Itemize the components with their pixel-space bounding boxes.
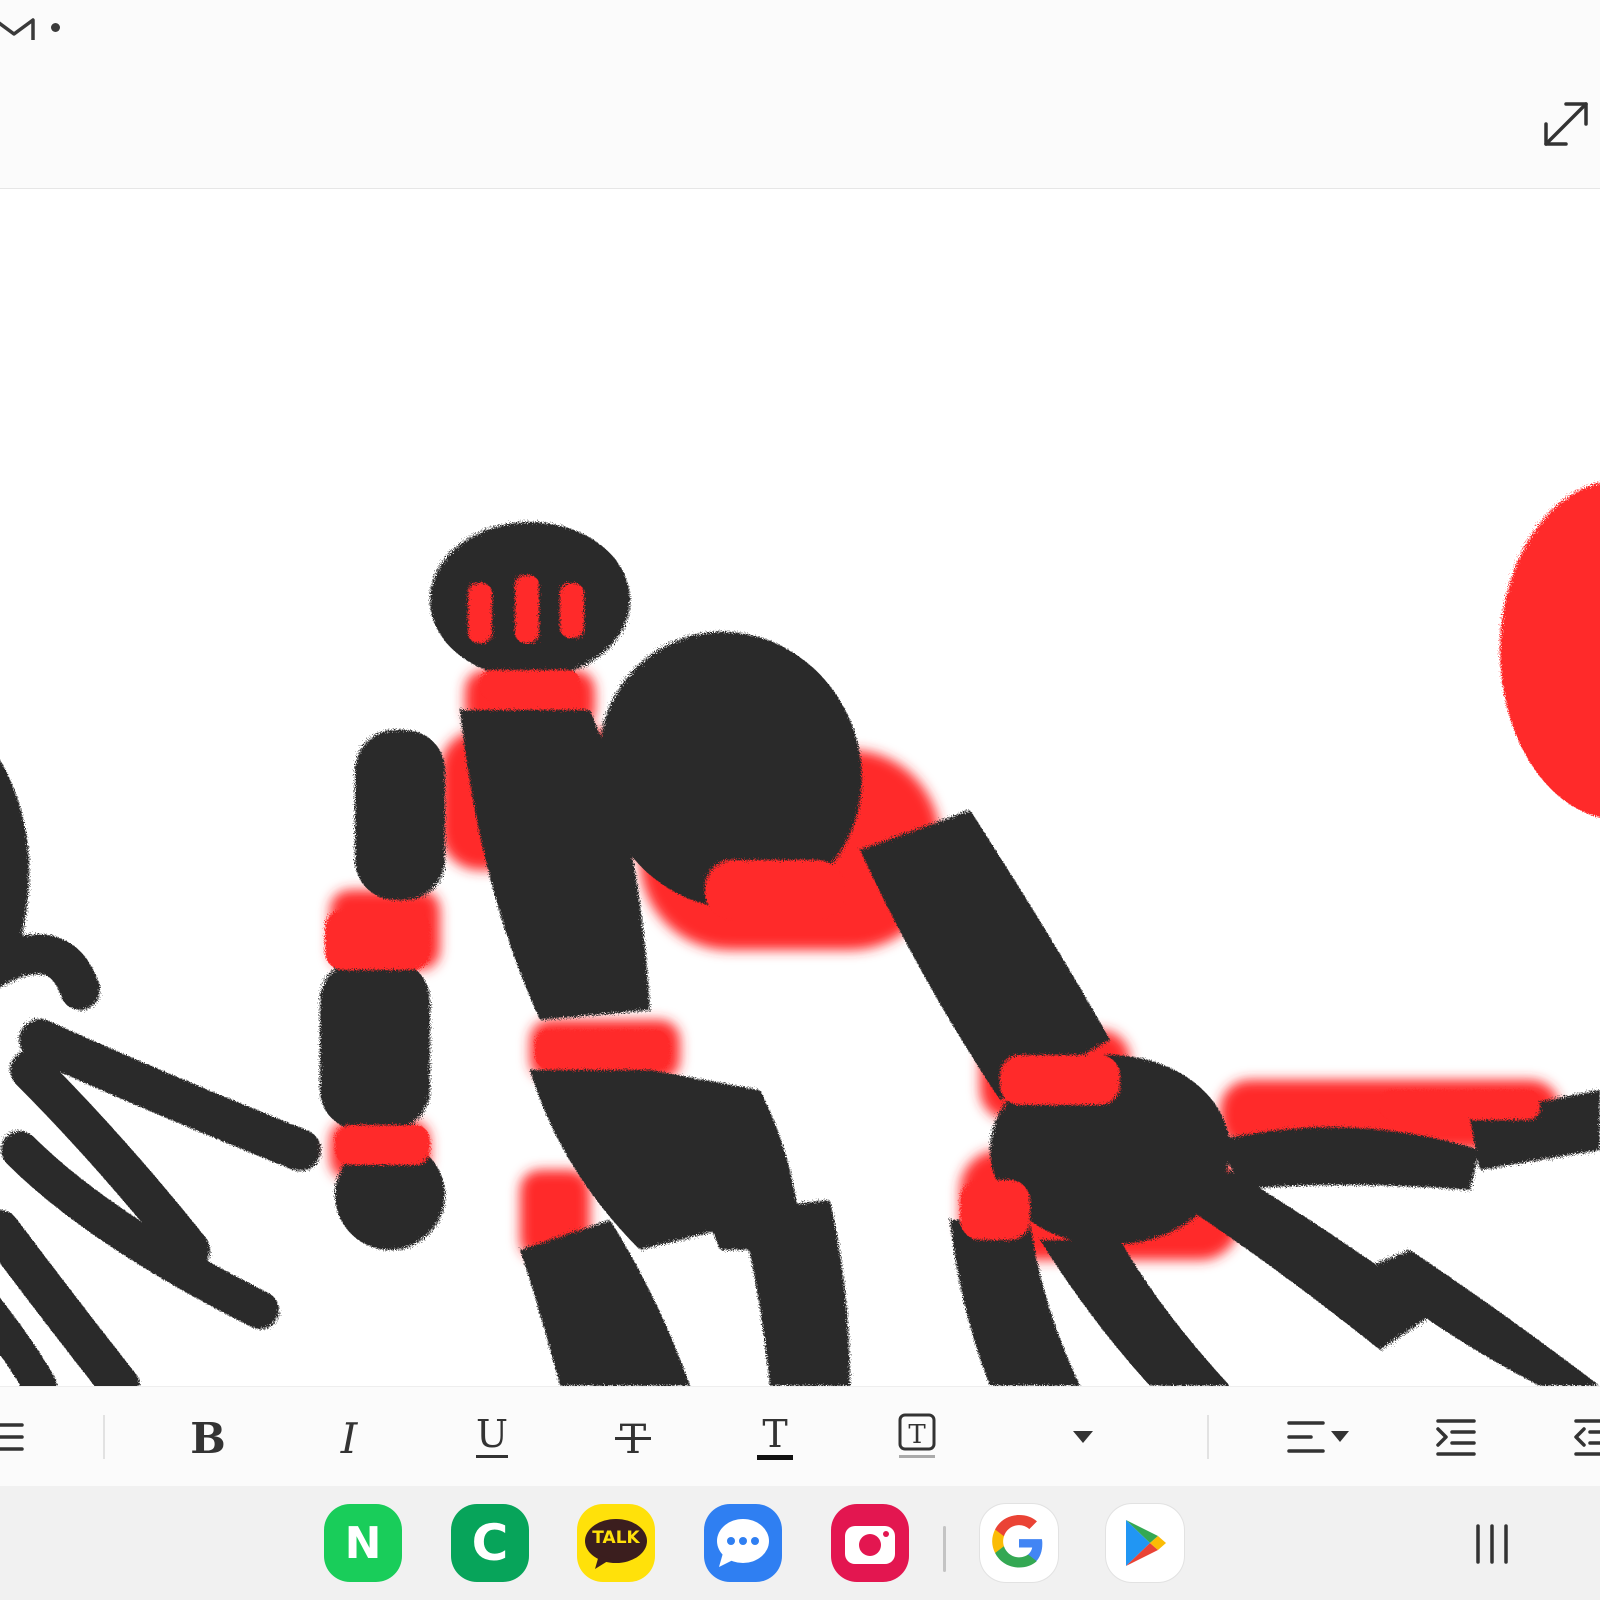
- bold-icon[interactable]: B: [176, 1405, 240, 1469]
- format-toolbar: B I U T T T: [0, 1386, 1600, 1486]
- left-black-figure: [0, 759, 321, 1386]
- google-app-icon[interactable]: [980, 1504, 1058, 1582]
- google-g-icon: [992, 1515, 1043, 1568]
- c-app-icon[interactable]: C: [451, 1504, 529, 1582]
- play-triangle-icon: [1126, 1520, 1166, 1566]
- recents-button-icon[interactable]: [1470, 1522, 1514, 1566]
- expand-icon[interactable]: [1540, 98, 1592, 150]
- screen: B I U T T T N C TALK: [0, 0, 1600, 1600]
- font-size-dropdown-icon[interactable]: [1051, 1405, 1115, 1469]
- drawing: [0, 482, 1600, 1386]
- indent-icon[interactable]: [1424, 1405, 1488, 1469]
- svg-text:B: B: [190, 1415, 226, 1459]
- notification-dot: [51, 23, 60, 32]
- list-icon[interactable]: [0, 1405, 40, 1469]
- navigation-bar: N C TALK: [0, 1486, 1600, 1600]
- gmail-notification-icon: [0, 18, 35, 40]
- outdent-icon[interactable]: [1562, 1405, 1600, 1469]
- red-sun-shape: [1500, 482, 1600, 818]
- robot-figure: [320, 522, 1600, 1386]
- align-icon[interactable]: [1282, 1405, 1354, 1469]
- text-color-icon[interactable]: T: [743, 1405, 807, 1469]
- drawing-canvas[interactable]: [0, 190, 1600, 1386]
- underline-icon[interactable]: U: [460, 1405, 524, 1469]
- dock-separator: [943, 1526, 946, 1572]
- c-app-label: C: [471, 1514, 509, 1572]
- status-bar: [0, 0, 1600, 60]
- svg-text:T: T: [762, 1412, 787, 1456]
- messages-app-icon[interactable]: [704, 1504, 782, 1582]
- italic-icon[interactable]: I: [317, 1405, 381, 1469]
- top-bar: [0, 60, 1600, 189]
- svg-text:I: I: [340, 1415, 359, 1459]
- toolbar-separator: [103, 1415, 105, 1459]
- naver-app-label: N: [344, 1517, 382, 1569]
- strikethrough-icon[interactable]: T: [601, 1405, 665, 1469]
- chat-bubble-icon: [717, 1519, 769, 1567]
- svg-text:T: T: [908, 1420, 926, 1450]
- camera-app-icon[interactable]: [831, 1504, 909, 1582]
- svg-text:U: U: [476, 1413, 508, 1456]
- play-store-app-icon[interactable]: [1106, 1504, 1184, 1582]
- text-background-icon[interactable]: T: [885, 1405, 949, 1469]
- naver-app-icon[interactable]: N: [324, 1504, 402, 1582]
- toolbar-separator: [1207, 1415, 1209, 1459]
- camera-icon: [845, 1526, 895, 1564]
- kakaotalk-app-label: TALK: [592, 1528, 640, 1548]
- kakaotalk-app-icon[interactable]: TALK: [577, 1504, 655, 1582]
